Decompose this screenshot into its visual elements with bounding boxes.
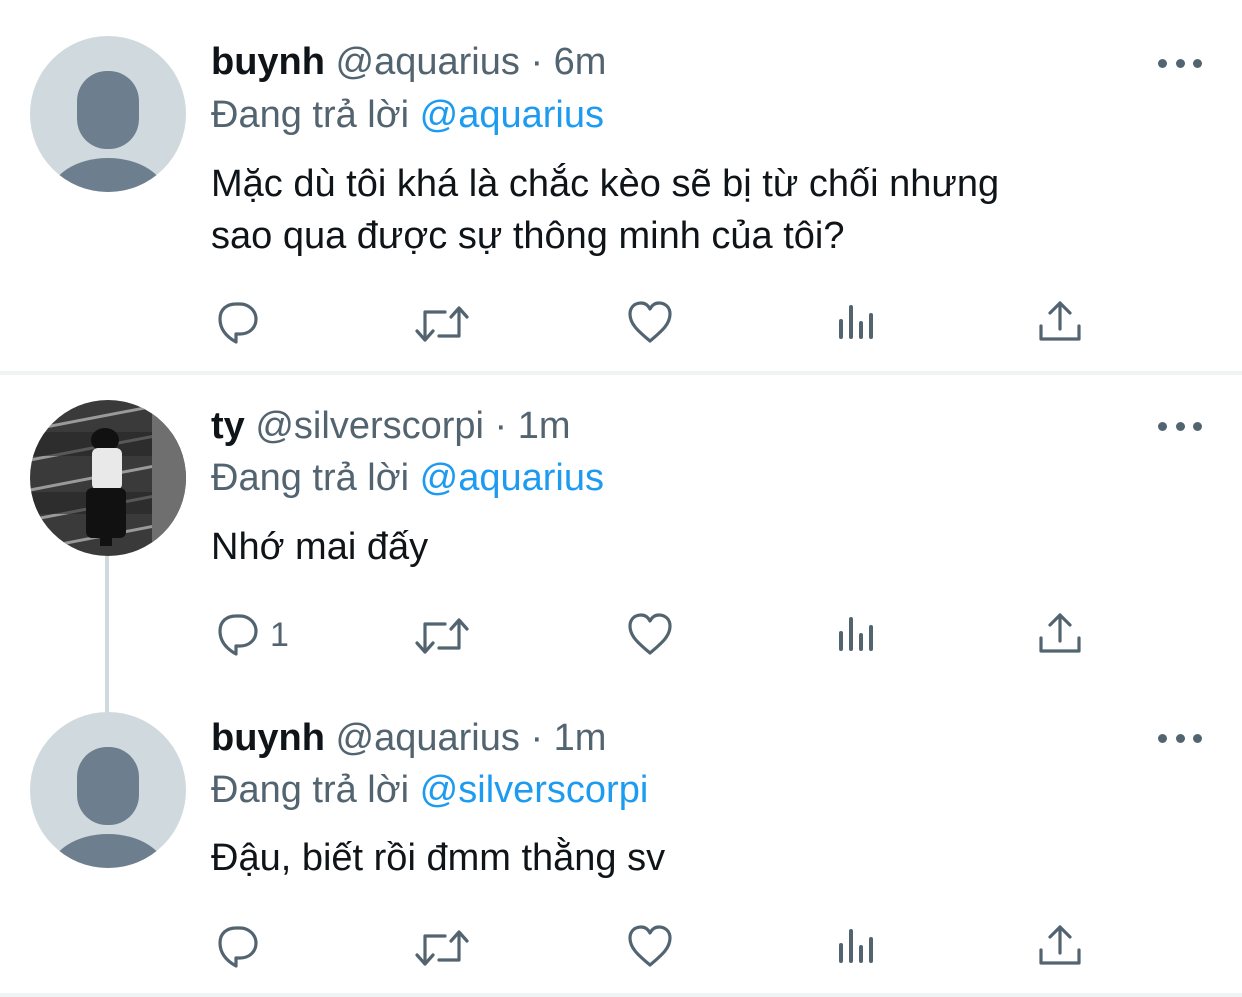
like-button[interactable] xyxy=(626,298,674,348)
views-button[interactable] xyxy=(835,922,877,972)
separator: · xyxy=(494,405,508,447)
replying-to: Đang trả lời @aquarius xyxy=(211,90,604,140)
avatar[interactable] xyxy=(30,712,186,868)
retweet-button[interactable] xyxy=(414,922,470,972)
timestamp[interactable]: 1m xyxy=(518,405,571,447)
tweet[interactable]: buynh @aquarius · 1m Đang trả lời @silve… xyxy=(0,700,1242,994)
replying-to: Đang trả lời @aquarius xyxy=(211,453,604,503)
reply-icon xyxy=(218,614,258,656)
retweet-icon xyxy=(415,618,469,654)
heart-icon xyxy=(628,925,672,967)
retweet-button[interactable] xyxy=(414,298,470,348)
display-name[interactable]: buynh xyxy=(211,41,325,83)
share-button[interactable] xyxy=(1036,298,1084,348)
action-bar xyxy=(211,298,1111,348)
timestamp[interactable]: 1m xyxy=(554,717,607,759)
views-button[interactable] xyxy=(835,610,877,660)
mention-link[interactable]: @aquarius xyxy=(420,94,604,136)
default-avatar-icon xyxy=(30,712,186,868)
action-bar: 1 xyxy=(211,610,1111,660)
tweet-text: Nhớ mai đấy xyxy=(211,521,1171,573)
reply-button[interactable] xyxy=(214,922,270,972)
share-button[interactable] xyxy=(1036,610,1084,660)
reply-icon xyxy=(218,302,258,344)
like-button[interactable] xyxy=(626,610,674,660)
views-button[interactable] xyxy=(835,298,877,348)
user-handle[interactable]: @silverscorpi xyxy=(255,405,484,447)
reply-count: 1 xyxy=(270,615,289,654)
reply-icon xyxy=(218,926,258,968)
timestamp[interactable]: 6m xyxy=(554,41,607,83)
more-icon[interactable] xyxy=(1158,416,1202,436)
tweet[interactable]: buynh @aquarius · 6m Đang trả lời @aquar… xyxy=(0,0,1242,372)
retweet-icon xyxy=(415,930,469,966)
more-icon[interactable] xyxy=(1158,728,1202,748)
tweet-text-line: sao qua được sự thông minh của tôi? xyxy=(211,215,845,257)
replying-to: Đang trả lời @silverscorpi xyxy=(211,765,648,815)
analytics-icon xyxy=(839,305,873,339)
share-button[interactable] xyxy=(1036,922,1084,972)
replying-prefix: Đang trả lời xyxy=(211,769,410,811)
retweet-button[interactable] xyxy=(414,610,470,660)
retweet-icon xyxy=(415,306,469,342)
separator: · xyxy=(530,41,544,83)
display-name[interactable]: ty xyxy=(211,405,245,447)
replying-prefix: Đang trả lời xyxy=(211,457,410,499)
tweet-text: Đậu, biết rồi đmm thằng sv xyxy=(211,832,1171,884)
tweet-header: buynh @aquarius · 6m xyxy=(211,37,606,87)
tweet-text-line: Đậu, biết rồi đmm thằng sv xyxy=(211,837,666,879)
user-handle[interactable]: @aquarius xyxy=(336,41,520,83)
display-name[interactable]: buynh xyxy=(211,717,325,759)
tweet-header: buynh @aquarius · 1m xyxy=(211,713,606,763)
reply-button[interactable] xyxy=(214,298,270,348)
avatar[interactable] xyxy=(30,400,186,556)
tweet-text-line: Mặc dù tôi khá là chắc kèo sẽ bị từ chối… xyxy=(211,163,1000,205)
tweet-text-line: Nhớ mai đấy xyxy=(211,526,429,568)
divider xyxy=(0,371,1242,375)
analytics-icon xyxy=(839,929,873,963)
separator: · xyxy=(530,717,544,759)
profile-photo xyxy=(30,400,186,556)
divider xyxy=(0,993,1242,997)
user-handle[interactable]: @aquarius xyxy=(336,717,520,759)
share-icon xyxy=(1039,301,1081,341)
mention-link[interactable]: @aquarius xyxy=(420,457,604,499)
share-icon xyxy=(1039,925,1081,965)
heart-icon xyxy=(628,301,672,343)
like-button[interactable] xyxy=(626,922,674,972)
heart-icon xyxy=(628,613,672,655)
action-bar xyxy=(211,922,1111,972)
tweet-text: Mặc dù tôi khá là chắc kèo sẽ bị từ chối… xyxy=(211,158,1171,262)
more-icon[interactable] xyxy=(1158,53,1202,73)
share-icon xyxy=(1039,613,1081,653)
replying-prefix: Đang trả lời xyxy=(211,94,410,136)
mention-link[interactable]: @silverscorpi xyxy=(420,769,649,811)
reply-button[interactable]: 1 xyxy=(214,610,289,660)
avatar[interactable] xyxy=(30,36,186,192)
tweet[interactable]: ty @silverscorpi · 1m Đang trả lời @aqua… xyxy=(0,376,1242,696)
tweet-header: ty @silverscorpi · 1m xyxy=(211,401,571,451)
analytics-icon xyxy=(839,617,873,651)
default-avatar-icon xyxy=(30,36,186,192)
